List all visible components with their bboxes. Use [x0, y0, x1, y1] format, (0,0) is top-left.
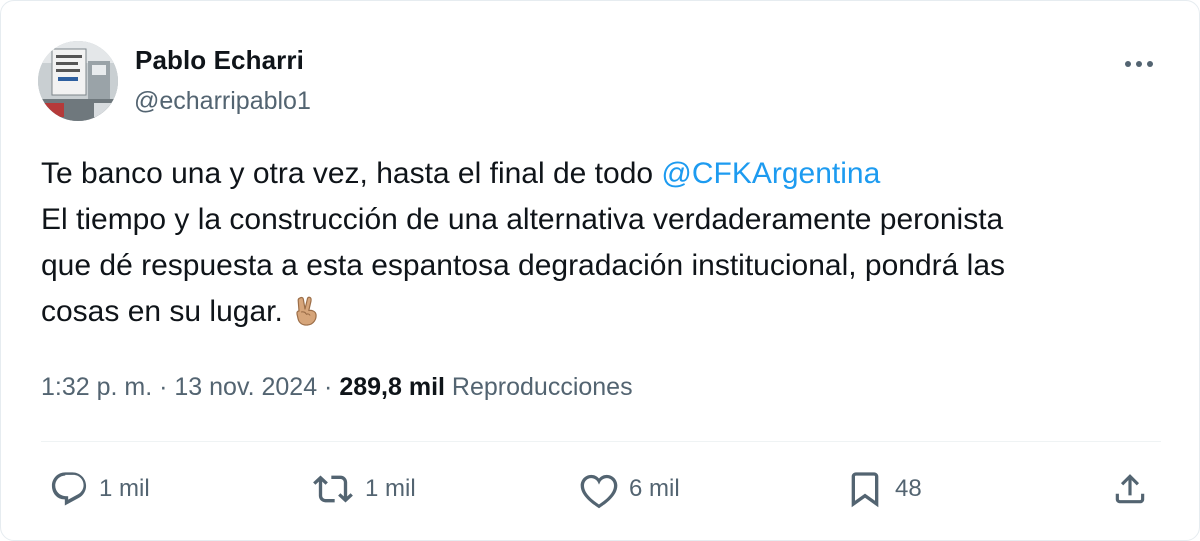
- views-count[interactable]: 289,8 mil: [339, 373, 445, 401]
- like-button[interactable]: 6 mil: [579, 463, 680, 515]
- tweet-text-segment: Te banco una y otra vez, hasta el final …: [41, 157, 662, 190]
- bookmark-count: 48: [895, 475, 922, 502]
- more-icon[interactable]: [1125, 59, 1159, 69]
- tweet-line-4: cosas en su lugar.: [41, 289, 1171, 341]
- reply-count: 1 mil: [99, 475, 150, 502]
- heart-icon: [580, 474, 618, 509]
- tweet-card: Pablo Echarri @echarripablo1 Te banco un…: [0, 0, 1200, 541]
- like-count: 6 mil: [629, 475, 680, 502]
- tweet-meta: 1:32 p. m. · 13 nov. 2024 · 289,8 mil Re…: [41, 373, 633, 402]
- repost-button[interactable]: 1 mil: [311, 463, 416, 515]
- author-handle[interactable]: @echarripablo1: [134, 87, 311, 116]
- tweet-text: Te banco una y otra vez, hasta el final …: [41, 151, 1171, 341]
- views-label[interactable]: Reproducciones: [445, 373, 633, 401]
- tweet-text-segment: cosas en su lugar.: [41, 295, 283, 328]
- avatar-image: [38, 41, 118, 121]
- tweet-line-1: Te banco una y otra vez, hasta el final …: [41, 151, 1171, 197]
- reply-icon: [51, 472, 87, 506]
- share-icon: [1115, 474, 1145, 504]
- action-bar: 1 mil 1 mil 6 mil 48: [1, 463, 1200, 515]
- meta-separator: ·: [152, 373, 175, 401]
- bookmark-button[interactable]: 48: [845, 463, 922, 515]
- avatar[interactable]: [38, 41, 118, 121]
- repost-icon: [313, 475, 353, 503]
- author-name[interactable]: Pablo Echarri: [135, 45, 304, 76]
- share-button[interactable]: [1111, 463, 1149, 515]
- meta-separator: ·: [317, 373, 340, 401]
- tweet-date[interactable]: 13 nov. 2024: [174, 373, 317, 401]
- tweet-line-2: El tiempo y la construcción de una alter…: [41, 203, 1004, 236]
- tweet-time[interactable]: 1:32 p. m.: [41, 373, 152, 401]
- divider: [41, 441, 1161, 442]
- tweet-line-3: que dé respuesta a esta espantosa degrad…: [41, 249, 1005, 282]
- reply-button[interactable]: 1 mil: [49, 463, 150, 515]
- repost-count: 1 mil: [365, 475, 416, 502]
- mention-link[interactable]: @CFKArgentina: [661, 157, 880, 190]
- victory-hand-emoji: [291, 295, 321, 341]
- bookmark-icon: [851, 472, 879, 508]
